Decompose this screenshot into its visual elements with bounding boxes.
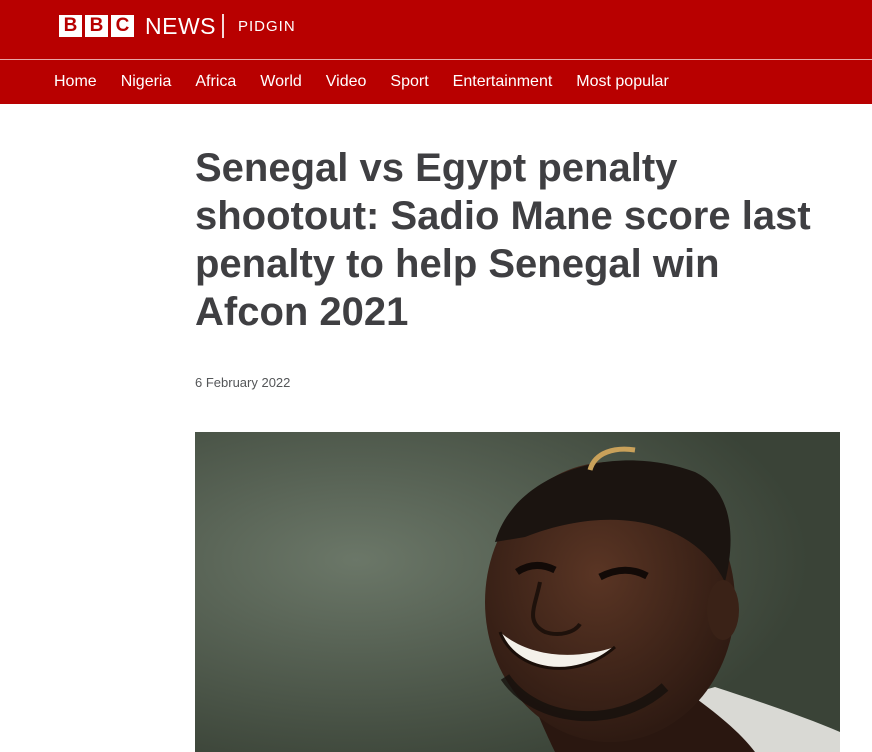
article-headline: Senegal vs Egypt penalty shootout: Sadio… [195, 146, 811, 334]
masthead: B B C NEWS PIDGIN [0, 0, 872, 59]
nav-item-video[interactable]: Video [326, 60, 367, 104]
nav-item-entertainment[interactable]: Entertainment [453, 60, 553, 104]
bbc-logo-letter: C [111, 15, 134, 37]
nav-item-most-popular[interactable]: Most popular [576, 60, 669, 104]
footballer-photo-illustration [195, 432, 840, 752]
brand-news-label[interactable]: NEWS [145, 12, 216, 40]
service-name[interactable]: PIDGIN [238, 18, 296, 36]
article-date: 6 February 2022 [195, 375, 291, 390]
article-hero-image [195, 432, 840, 752]
nav-item-sport[interactable]: Sport [390, 60, 428, 104]
nav-item-africa[interactable]: Africa [195, 60, 236, 104]
main-navigation: Home Nigeria Africa World Video Sport En… [0, 60, 872, 104]
nav-item-nigeria[interactable]: Nigeria [121, 60, 172, 104]
bbc-logo-letter: B [85, 15, 108, 37]
nav-list: Home Nigeria Africa World Video Sport En… [54, 60, 693, 104]
brand-divider [222, 14, 224, 38]
nav-item-home[interactable]: Home [54, 60, 97, 104]
bbc-logo[interactable]: B B C [59, 15, 134, 37]
nav-item-world[interactable]: World [260, 60, 302, 104]
bbc-logo-letter: B [59, 15, 82, 37]
